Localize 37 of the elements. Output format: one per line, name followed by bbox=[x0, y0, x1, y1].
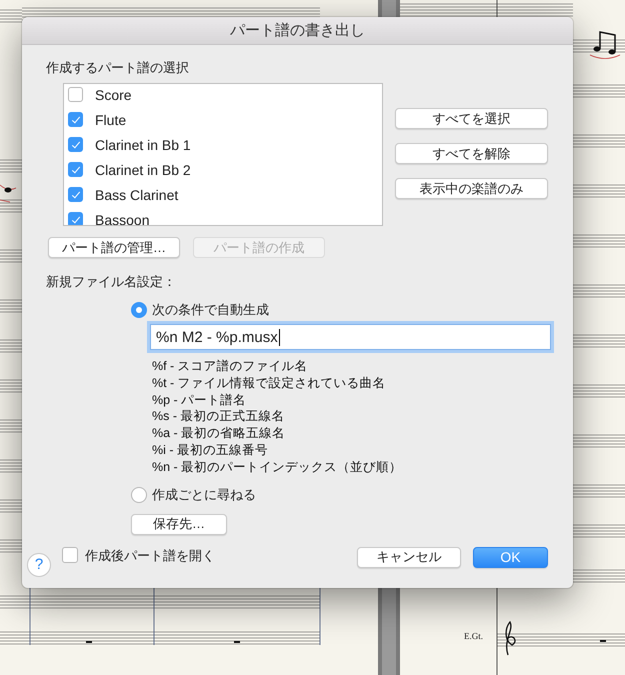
part-name[interactable]: Score bbox=[95, 86, 132, 102]
checkbox[interactable] bbox=[68, 112, 83, 127]
save-location-button[interactable]: 保存先… bbox=[131, 514, 227, 535]
dialog-title: パート譜の書き出し bbox=[230, 21, 365, 40]
select-button[interactable]: すべてを選択 bbox=[395, 108, 548, 129]
part-name[interactable]: Flute bbox=[95, 112, 126, 128]
placeholder-description: %i - 最初の五線番号 bbox=[152, 442, 269, 459]
section-heading: 作成するパート譜の選択 bbox=[46, 59, 189, 77]
radio-button[interactable] bbox=[131, 486, 147, 503]
placeholder-description: %t - ファイル情報で設定されている曲名 bbox=[152, 374, 387, 392]
checkbox[interactable] bbox=[62, 546, 78, 563]
select-button[interactable]: 表示中の楽譜のみ bbox=[395, 178, 548, 199]
placeholder-description: %a - 最初の省略五線名 bbox=[152, 425, 286, 442]
part-name[interactable]: Bass Clarinet bbox=[95, 186, 178, 202]
placeholder-description: %f - スコア譜のファイル名 bbox=[152, 358, 309, 375]
filename-pattern-field[interactable]: %n M2 - %p.musx bbox=[150, 324, 551, 350]
checkbox[interactable] bbox=[68, 187, 83, 202]
parts-button[interactable]: パート譜の管理… bbox=[48, 237, 180, 258]
cancel-button[interactable]: キャンセル bbox=[357, 546, 461, 568]
section-heading: 新規ファイル名設定： bbox=[46, 273, 176, 291]
part-name[interactable]: Clarinet in Bb 1 bbox=[95, 136, 191, 152]
placeholder-description: %s - 最初の正式五線名 bbox=[152, 408, 286, 426]
checkbox[interactable] bbox=[68, 87, 83, 102]
part-name[interactable]: Bassoon bbox=[95, 212, 150, 225]
radio-label[interactable]: 次の条件で自動生成 bbox=[152, 301, 269, 319]
checkbox[interactable] bbox=[68, 137, 83, 152]
select-button[interactable]: すべてを解除 bbox=[395, 143, 548, 164]
checkbox[interactable] bbox=[68, 212, 83, 225]
radio-button[interactable] bbox=[131, 302, 147, 318]
placeholder-description: %n - 最初のパートインデックス（並び順） bbox=[152, 458, 404, 476]
help-button[interactable]: ? bbox=[27, 552, 51, 577]
part-name[interactable]: Clarinet in Bb 2 bbox=[95, 162, 191, 178]
placeholder-description: %p - パート譜名 bbox=[152, 392, 248, 408]
staff-label: E.Gt. bbox=[464, 631, 483, 641]
radio-label[interactable]: 作成ごとに尋ねる bbox=[152, 486, 256, 504]
checkbox[interactable] bbox=[68, 162, 83, 177]
checkbox-label[interactable]: 作成後パート譜を開く bbox=[85, 546, 215, 565]
